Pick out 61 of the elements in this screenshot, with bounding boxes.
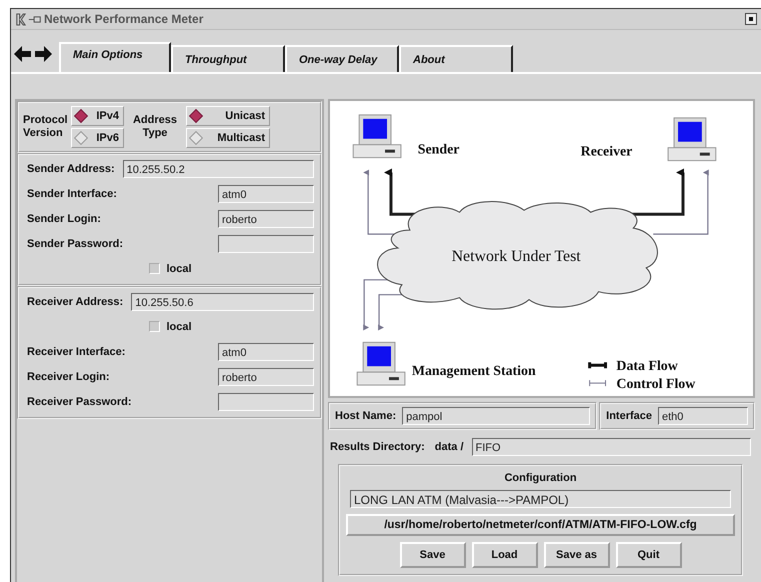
input-field[interactable]: pampol <box>402 407 590 425</box>
input-field[interactable]: roberto <box>218 368 314 386</box>
legend-label: Data Flow <box>616 359 678 374</box>
input-field[interactable]: 10.255.50.6 <box>131 292 314 310</box>
field-label: Receiver Address: <box>27 296 124 308</box>
network-label: Network Under Test <box>452 248 581 265</box>
field-label: Sender Password: <box>27 238 123 250</box>
protocol-label: Protocol Version <box>23 114 67 140</box>
control-flow-arrow <box>653 170 709 235</box>
control-flow-line <box>589 380 606 387</box>
field-label: Host Name: <box>335 410 396 422</box>
input-field[interactable]: atm0 <box>218 342 314 360</box>
computer-icon <box>668 117 716 162</box>
sender-label: Sender <box>418 142 460 158</box>
tab[interactable]: Throughput <box>171 45 285 72</box>
field-label: Sender Login: <box>27 212 101 224</box>
checkbox[interactable] <box>149 321 160 332</box>
field-label: Receiver Password: <box>27 396 132 408</box>
input-field[interactable] <box>218 234 314 252</box>
input-field[interactable]: FIFO <box>472 438 751 456</box>
configuration-title: Configuration <box>503 472 578 484</box>
pin-icon[interactable] <box>28 14 42 24</box>
tab[interactable]: One-way Delay <box>285 45 399 72</box>
radio-button[interactable]: Unicast <box>186 106 270 126</box>
data-flow-line <box>588 360 608 370</box>
checkbox-label: local <box>166 320 192 332</box>
input-field[interactable]: roberto <box>218 210 314 228</box>
input-field[interactable]: LONG LAN ATM (Malvasia--->PAMPOL) <box>350 490 731 508</box>
radio-button[interactable]: IPv4 <box>71 106 124 126</box>
address-type-label: Address Type <box>132 114 178 140</box>
field-label: Receiver Interface: <box>27 346 126 358</box>
navigation-arrows-icon[interactable] <box>13 44 53 64</box>
field-label: Receiver Login: <box>27 370 110 382</box>
action-button[interactable]: Quit <box>616 542 682 568</box>
legend-label: Control Flow <box>616 377 696 392</box>
receiver-label: Receiver <box>580 144 632 160</box>
computer-icon <box>352 114 402 158</box>
action-button[interactable]: Load <box>472 542 538 568</box>
path-prefix: data / <box>434 441 464 453</box>
field-label: Sender Interface: <box>27 188 117 200</box>
field-label: Interface <box>606 410 652 422</box>
radio-button[interactable]: Multicast <box>186 128 270 148</box>
input-field[interactable] <box>218 392 314 410</box>
input-field[interactable]: eth0 <box>658 407 748 425</box>
field-label: Results Directory: <box>330 441 425 453</box>
file-path-button[interactable]: /usr/home/roberto/netmeter/conf/ATM/ATM-FIFO-LOW.cfg <box>346 514 735 536</box>
action-button[interactable]: Save <box>400 542 466 568</box>
input-field[interactable]: 10.255.50.2 <box>122 160 314 178</box>
action-button[interactable]: Save as <box>544 542 610 568</box>
management-label: Management Station <box>412 364 536 380</box>
window-title: Network Performance Meter <box>44 12 204 26</box>
checkbox[interactable] <box>149 263 160 274</box>
tab[interactable]: Main Options <box>59 42 171 74</box>
restore-icon[interactable] <box>745 13 757 25</box>
input-field[interactable]: atm0 <box>218 184 314 202</box>
computer-icon <box>356 342 406 386</box>
checkbox-label: local <box>166 262 192 274</box>
k-logo-icon[interactable] <box>15 12 26 26</box>
field-label: Sender Address: <box>27 162 115 174</box>
tab[interactable]: About <box>399 45 513 72</box>
radio-button[interactable]: IPv6 <box>71 128 124 148</box>
